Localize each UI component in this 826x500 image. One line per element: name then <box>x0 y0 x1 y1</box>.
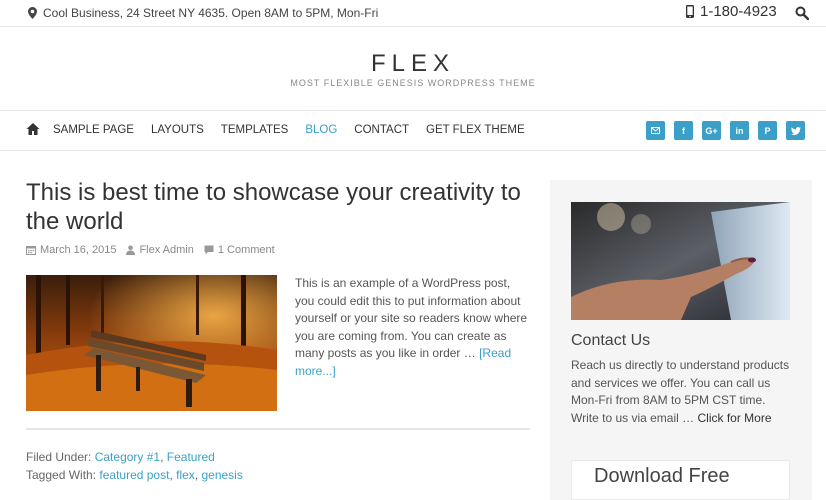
tablet-touch-image <box>571 202 790 320</box>
calendar-icon <box>26 246 36 255</box>
category-link[interactable]: Featured <box>167 450 215 464</box>
post-categories: Filed Under: Category #1, Featured <box>26 450 215 464</box>
post-author-link[interactable]: Flex Admin <box>139 244 193 256</box>
site-description: MOST FLEXIBLE GENESIS WORDPRESS THEME <box>290 78 536 88</box>
post-date-text: March 16, 2015 <box>40 244 117 256</box>
post-date: March 16, 2015 <box>26 244 116 256</box>
autumn-bench-image <box>26 275 277 411</box>
sidebar: Contact Us Reach us directly to understa… <box>550 180 812 500</box>
nav-item-get-flex-theme[interactable]: GET FLEX THEME <box>426 124 525 136</box>
linkedin-icon[interactable]: in <box>730 121 749 140</box>
site-title[interactable]: FLEX <box>0 50 826 78</box>
mobile-phone-icon <box>686 5 694 18</box>
post-title[interactable]: This is best time to showcase your creat… <box>26 178 526 236</box>
address-text: Cool Business, 24 Street NY 4635. Open 8… <box>43 6 379 20</box>
nav-item-templates[interactable]: TEMPLATES <box>221 124 289 136</box>
address: Cool Business, 24 Street NY 4635. Open 8… <box>28 6 378 20</box>
top-bar: Cool Business, 24 Street NY 4635. Open 8… <box>0 0 826 27</box>
post-comments[interactable]: 1 Comment <box>204 244 275 256</box>
tagged-with-label: Tagged With: <box>26 467 97 482</box>
post-divider <box>26 428 530 430</box>
contact-image <box>571 202 790 320</box>
post-meta: March 16, 2015 Flex Admin 1 Comment <box>26 244 285 256</box>
tag-link[interactable]: genesis <box>201 468 242 482</box>
site-header: FLEX MOST FLEXIBLE GENESIS WORDPRESS THE… <box>0 27 826 111</box>
phone-number: 1-180-4923 <box>700 3 777 20</box>
pinterest-icon[interactable]: P <box>758 121 777 140</box>
search-icon[interactable] <box>795 6 809 20</box>
category-link[interactable]: Category #1 <box>95 450 160 464</box>
filed-under-label: Filed Under: <box>26 450 92 464</box>
post-tags: Tagged With: featured post, flex, genesi… <box>26 467 243 482</box>
tag-link[interactable]: flex <box>176 468 195 482</box>
nav-item-blog[interactable]: BLOG <box>305 124 337 136</box>
user-icon <box>126 245 136 255</box>
twitter-icon[interactable] <box>786 121 805 140</box>
tag-link[interactable]: featured post <box>99 468 169 482</box>
google-plus-icon[interactable]: G+ <box>702 121 721 140</box>
facebook-icon[interactable]: f <box>674 121 693 140</box>
phone[interactable]: 1-180-4923 <box>686 3 777 20</box>
post-author[interactable]: Flex Admin <box>126 244 194 256</box>
download-widget: Download Free <box>571 460 790 500</box>
nav-item-layouts[interactable]: LAYOUTS <box>151 124 204 136</box>
contact-heading: Contact Us <box>571 332 651 349</box>
contact-more-link[interactable]: Click for More <box>698 411 772 425</box>
download-heading: Download Free <box>594 465 730 487</box>
nav-item-sample-page[interactable]: SAMPLE PAGE <box>53 124 134 136</box>
map-pin-icon <box>28 7 37 19</box>
nav-menu: SAMPLE PAGE LAYOUTS TEMPLATES BLOG CONTA… <box>53 124 542 136</box>
home-icon[interactable] <box>26 122 40 136</box>
post-comments-link[interactable]: 1 Comment <box>218 244 275 256</box>
post-footer: Filed Under: Category #1, Featured Tagge… <box>26 449 243 484</box>
nav-item-contact[interactable]: CONTACT <box>354 124 409 136</box>
post-featured-image[interactable] <box>26 275 277 411</box>
comment-icon <box>204 245 214 255</box>
email-icon[interactable] <box>646 121 665 140</box>
social-icons: f G+ in P <box>646 121 814 140</box>
post-excerpt: This is an example of a WordPress post, … <box>295 275 530 381</box>
contact-text: Reach us directly to understand products… <box>571 357 795 427</box>
